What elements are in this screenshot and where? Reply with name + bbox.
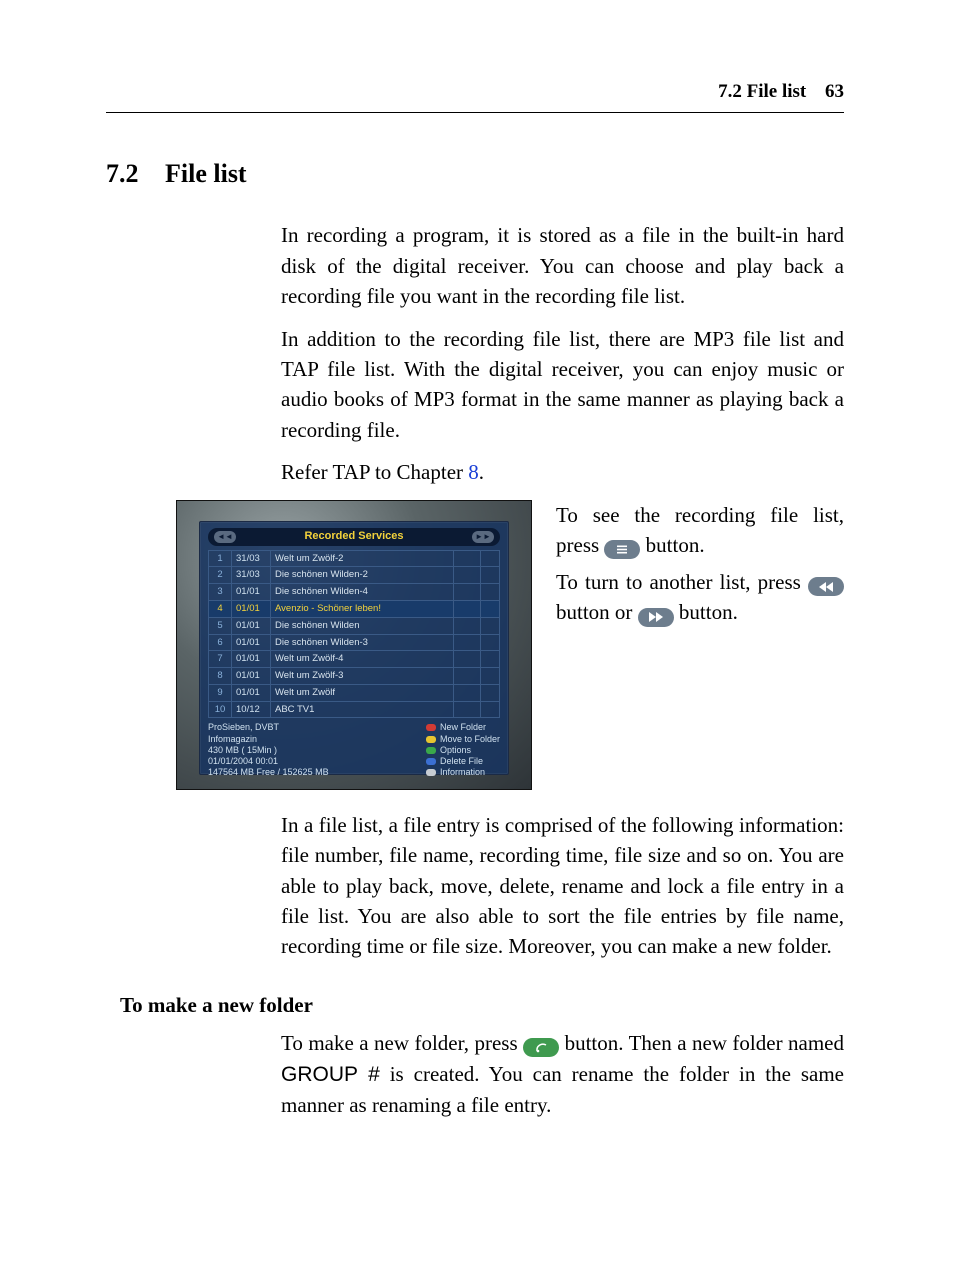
figure-row: ◄◄ Recorded Services ►► 131/03Welt um Zw… (176, 500, 844, 790)
file-list-row: 301/01Die schönen Wilden-4 (209, 584, 500, 601)
paragraph-1: In recording a program, it is stored as … (281, 220, 844, 311)
paragraph-5: To make a new folder, press button. Then… (281, 1028, 844, 1120)
osd-legend: New FolderMove to FolderOptionsDelete Fi… (426, 722, 500, 778)
rewind-button-icon (808, 577, 844, 596)
chapter-8-link[interactable]: 8 (468, 460, 479, 484)
file-list-row: 1010/12ABC TV1 (209, 701, 500, 718)
file-list-row: 131/03Welt um Zwölf-2 (209, 550, 500, 567)
body-column-3: To make a new folder, press button. Then… (281, 1028, 844, 1120)
sat-button-icon (523, 1038, 559, 1057)
file-list-row: 801/01Welt um Zwölf-3 (209, 668, 500, 685)
osd-nav-right-icon: ►► (472, 531, 494, 543)
file-list-row: 601/01Die schönen Wilden-3 (209, 634, 500, 651)
figure-side-text: To see the recording file list, press bu… (556, 500, 844, 634)
running-header: 7.2 File list 63 (106, 78, 844, 113)
screenshot-recorded-services: ◄◄ Recorded Services ►► 131/03Welt um Zw… (176, 500, 532, 790)
body-column: In recording a program, it is stored as … (281, 220, 844, 488)
section-number: 7.2 (106, 155, 139, 193)
file-list-table: 131/03Welt um Zwölf-2231/03Die schönen W… (208, 550, 500, 719)
page: 7.2 File list 63 7.2 File list In record… (0, 0, 954, 1272)
paragraph-3: Refer TAP to Chapter 8. (281, 457, 844, 487)
list-button-icon (604, 540, 640, 559)
section-title: File list (165, 159, 247, 188)
header-page-number: 63 (825, 81, 844, 102)
file-list-row: 231/03Die schönen Wilden-2 (209, 567, 500, 584)
group-folder-name: GROUP # (281, 1063, 380, 1086)
body-column-2: In a file list, a file entry is comprise… (281, 810, 844, 962)
header-section: 7.2 File list (718, 81, 806, 102)
subsection-heading: To make a new folder (120, 990, 844, 1020)
osd-title-bar: ◄◄ Recorded Services ►► (208, 528, 500, 546)
osd-nav-left-icon: ◄◄ (214, 531, 236, 543)
file-list-row: 501/01Die schönen Wilden (209, 617, 500, 634)
paragraph-4: In a file list, a file entry is comprise… (281, 810, 844, 962)
file-list-row: 701/01Welt um Zwölf-4 (209, 651, 500, 668)
file-list-row: 401/01Avenzio - Schöner leben! (209, 600, 500, 617)
file-list-row: 901/01Welt um Zwölf (209, 684, 500, 701)
osd-meta: ProSieben, DVBTInfomagazin430 MB ( 15Min… (208, 722, 416, 778)
fast-forward-button-icon (638, 608, 674, 627)
paragraph-2: In addition to the recording file list, … (281, 324, 844, 446)
osd-title: Recorded Services (236, 529, 472, 545)
section-heading: 7.2 File list (106, 155, 844, 193)
